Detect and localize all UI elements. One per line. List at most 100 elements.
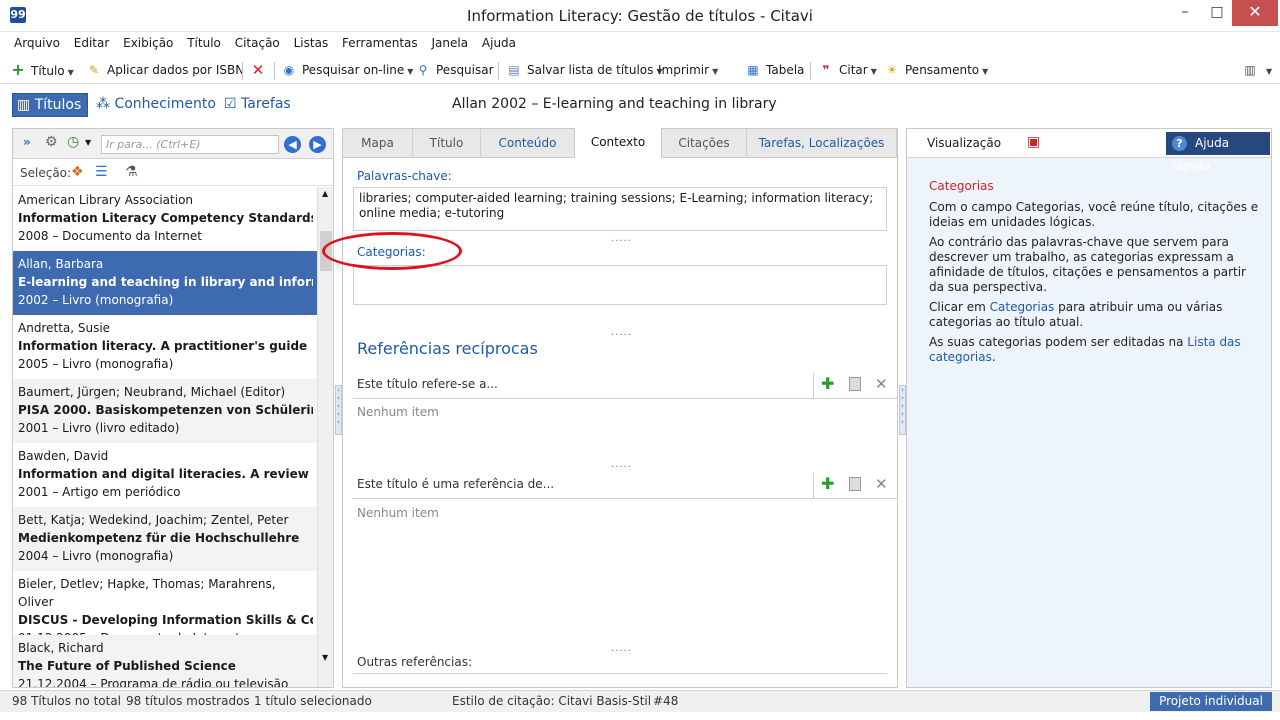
caret-down-icon: ▼	[870, 67, 877, 76]
remove-x-icon[interactable]: ✕	[875, 375, 888, 393]
close-window-button[interactable]: ✕	[1232, 0, 1278, 26]
search-online-button[interactable]: ◉ Pesquisar on-line ▼	[281, 60, 414, 80]
tab-mapa[interactable]: Mapa	[343, 129, 413, 158]
categories-field[interactable]	[353, 265, 887, 305]
list-item[interactable]: Baumert, Jürgen; Neubrand, Michael (Edit…	[13, 379, 317, 443]
navigation-bar: ▥ Títulos ⁂ Conhecimento ☑ Tarefas Allan…	[0, 86, 1280, 124]
status-bar: 98 Títulos no total 98 títulos mostrados…	[0, 690, 1280, 712]
preview-tab[interactable]: Visualização	[927, 136, 1001, 150]
nav-titles-tab[interactable]: ▥ Títulos	[12, 93, 89, 117]
layout-options-button[interactable]: ▥ ▼	[1242, 60, 1272, 80]
cite-button[interactable]: ❞ Citar ▼	[818, 60, 877, 80]
editor-tabs: Mapa Título Conteúdo Contexto Citações T…	[343, 128, 897, 158]
forward-arrow-icon[interactable]: ▶	[309, 136, 326, 153]
scroll-down-icon[interactable]: ▼	[322, 653, 328, 662]
right-panel-toolbar: Visualização ▣ ? Ajuda rápida	[907, 129, 1271, 173]
lightbulb-icon: ☀	[886, 63, 898, 77]
empty-list-label: Nenhum item	[357, 405, 439, 419]
caret-down-icon[interactable]: ▼	[85, 138, 91, 147]
list-item[interactable]: American Library Association Information…	[13, 187, 317, 251]
help-paragraph: Clicar em Categorias para atribuir uma o…	[929, 300, 1223, 329]
thought-button[interactable]: ☀ Pensamento ▼	[884, 60, 989, 80]
list-item[interactable]: Bett, Katja; Wedekind, Joachim; Zentel, …	[13, 507, 317, 571]
remove-x-icon[interactable]: ✕	[875, 475, 888, 493]
resize-dots[interactable]: .....	[611, 643, 632, 654]
nav-knowledge-tab[interactable]: ⁂ Conhecimento	[92, 93, 222, 117]
document-icon[interactable]	[849, 377, 861, 394]
new-title-button[interactable]: + Título ▼	[10, 60, 74, 80]
status-shown: 98 títulos mostrados	[126, 694, 250, 708]
list-item[interactable]: Black, Richard The Future of Published S…	[13, 635, 317, 687]
plus-icon: +	[11, 60, 25, 79]
menu-exibicao[interactable]: Exibição	[117, 33, 177, 50]
tab-citacoes[interactable]: Citações	[662, 129, 747, 158]
delete-button[interactable]: ✕	[250, 60, 271, 80]
minimize-button[interactable]: –	[1170, 0, 1200, 26]
scroll-up-icon[interactable]: ▲	[322, 189, 328, 198]
list-scrollbar[interactable]: ▲ ▼	[317, 187, 333, 687]
quick-help-button[interactable]: ? Ajuda rápida	[1166, 132, 1270, 173]
maximize-button[interactable]: □	[1202, 0, 1232, 26]
menu-arquivo[interactable]: Arquivo	[8, 33, 64, 50]
search-button[interactable]: ⚲ Pesquisar	[415, 60, 494, 80]
menu-editar[interactable]: Editar	[68, 33, 114, 50]
menu-ferramentas[interactable]: Ferramentas	[336, 33, 422, 50]
caret-down-icon: ▼	[407, 67, 414, 76]
add-plus-icon[interactable]: ✚	[821, 374, 834, 393]
menu-janela[interactable]: Janela	[426, 33, 473, 50]
list-item[interactable]: Bawden, David Information and digital li…	[13, 443, 317, 507]
toolbar-divider	[810, 62, 811, 80]
resize-dots[interactable]: .....	[611, 233, 632, 244]
list-item[interactable]: Andretta, Susie Information literacy. A …	[13, 315, 317, 379]
caret-down-icon: ▼	[712, 67, 719, 76]
selection-list-icon[interactable]: ☰	[95, 164, 108, 180]
isbn-button[interactable]: ✎ Aplicar dados por ISBN	[86, 60, 244, 80]
cross-references-heading: Referências recíprocas	[357, 339, 538, 358]
help-heading: Categorias	[929, 179, 994, 193]
menu-listas[interactable]: Listas	[288, 33, 333, 50]
save-list-button[interactable]: ▤ Salvar lista de títulos ▼	[506, 60, 662, 80]
left-splitter-grip[interactable]: ‹ ‹ ‹ ‹ ‹	[335, 385, 342, 435]
status-number: #48	[653, 694, 679, 708]
referenced-by-header: Este título é uma referência de... ✚ ✕	[353, 473, 897, 499]
table-icon: ▦	[747, 63, 759, 77]
tab-tarefas-localizacoes[interactable]: Tarefas, Localizações	[747, 129, 897, 158]
tab-conteudo[interactable]: Conteúdo	[481, 129, 575, 158]
tab-titulo[interactable]: Título	[413, 129, 481, 158]
list-item[interactable]: Bieler, Detlev; Hapke, Thomas; Marahrens…	[13, 571, 317, 645]
title-list-panel: » ⚙ ◷ ▼ Ir para... (Ctrl+E) ◀ ▶ Seleção:…	[12, 128, 334, 688]
expand-chevron-icon[interactable]: »	[23, 135, 31, 149]
resize-dots[interactable]: .....	[611, 327, 632, 338]
history-icon[interactable]: ◷	[67, 134, 79, 150]
help-text: Categorias Com o campo Categorias, você …	[929, 179, 1259, 370]
status-citation-style[interactable]: Estilo de citação: Citavi Basis-Stil	[452, 694, 651, 708]
jump-to-input[interactable]: Ir para... (Ctrl+E)	[101, 135, 279, 154]
nav-tasks-tab[interactable]: ☑ Tarefas	[220, 93, 297, 117]
checklist-icon: ☑	[224, 96, 237, 112]
menu-titulo[interactable]: Título	[181, 33, 225, 50]
print-button[interactable]: Imprimir ▼	[658, 60, 718, 80]
keywords-field[interactable]: libraries; computer-aided learning; trai…	[353, 187, 887, 231]
menu-citacao[interactable]: Citação	[229, 33, 284, 50]
tab-contexto[interactable]: Contexto	[574, 128, 662, 158]
other-references-label[interactable]: Outras referências:	[357, 655, 472, 669]
add-plus-icon[interactable]: ✚	[821, 474, 834, 493]
toolbar: + Título ▼ ✎ Aplicar dados por ISBN ✕ ◉ Pesq…	[0, 56, 1280, 84]
quick-help-panel: Visualização ▣ ? Ajuda rápida Categorias …	[906, 128, 1272, 688]
categories-link[interactable]: Categorias	[990, 300, 1055, 314]
menu-ajuda[interactable]: Ajuda	[476, 33, 520, 50]
back-arrow-icon[interactable]: ◀	[284, 136, 301, 153]
table-button[interactable]: ▦ Tabela	[745, 60, 804, 80]
document-icon[interactable]	[849, 477, 861, 494]
right-splitter-grip[interactable]: › › › › ›	[899, 385, 906, 435]
project-type-badge[interactable]: Projeto individual	[1150, 692, 1272, 711]
filter-icon[interactable]: ⚗	[125, 164, 138, 180]
pdf-icon[interactable]: ▣	[1027, 134, 1040, 150]
caret-down-icon: ▼	[67, 68, 74, 77]
resize-dots[interactable]: .....	[611, 459, 632, 470]
gear-icon[interactable]: ⚙	[45, 134, 58, 150]
caret-down-icon: ▼	[982, 67, 989, 76]
list-item-selected[interactable]: Allan, Barbara E-learning and teaching i…	[13, 251, 317, 315]
keywords-label[interactable]: Palavras-chave:	[357, 169, 452, 183]
selection-tags-icon[interactable]: ❖	[71, 164, 84, 180]
